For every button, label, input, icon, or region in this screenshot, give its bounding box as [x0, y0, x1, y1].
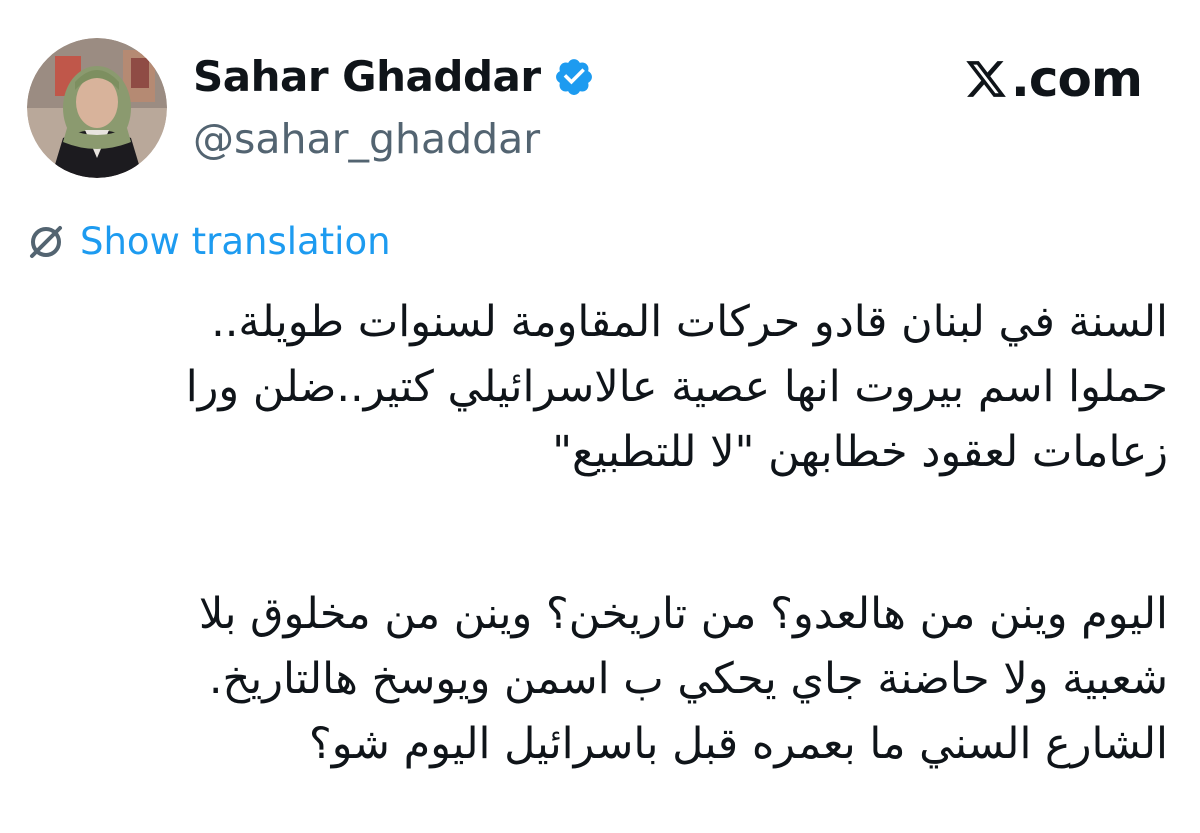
show-translation-link[interactable]: Show translation	[80, 220, 391, 263]
verified-badge-icon[interactable]	[553, 56, 595, 98]
globe-slash-icon	[26, 222, 66, 262]
tweet-paragraph: السنة في لبنان قادو حركات المقاومة لسنوا…	[30, 290, 1168, 485]
x-logo-icon	[963, 57, 1009, 101]
author-name-row: Sahar Ghaddar	[193, 52, 595, 101]
tweet-line: زعامات لعقود خطابهن "لا للتطبيع"	[552, 427, 1168, 477]
display-name[interactable]: Sahar Ghaddar	[193, 52, 541, 101]
tweet-line: حملوا اسم بيروت انها عصية عالاسرائيلي كت…	[185, 362, 1168, 412]
tweet-line: اليوم وينن من هالعدو؟ من تاريخن؟ وينن من…	[198, 589, 1168, 639]
translation-row: Show translation	[26, 220, 391, 263]
author-handle[interactable]: @sahar_ghaddar	[193, 115, 540, 163]
tweet-line: السنة في لبنان قادو حركات المقاومة لسنوا…	[211, 297, 1168, 347]
tweet-line: الشارع السني ما بعمره قبل باسرائيل اليوم…	[308, 719, 1168, 769]
tweet-paragraph: اليوم وينن من هالعدو؟ من تاريخن؟ وينن من…	[30, 582, 1168, 777]
avatar[interactable]	[27, 38, 167, 178]
tweet-card: Sahar Ghaddar @sahar_ghaddar .com Show t…	[0, 0, 1200, 833]
tweet-line: شعبية ولا حاضنة جاي يحكي ب اسمن ويوسخ ها…	[208, 654, 1168, 704]
brand-domain: .com	[1010, 50, 1143, 108]
x-com-watermark: .com	[963, 50, 1143, 108]
